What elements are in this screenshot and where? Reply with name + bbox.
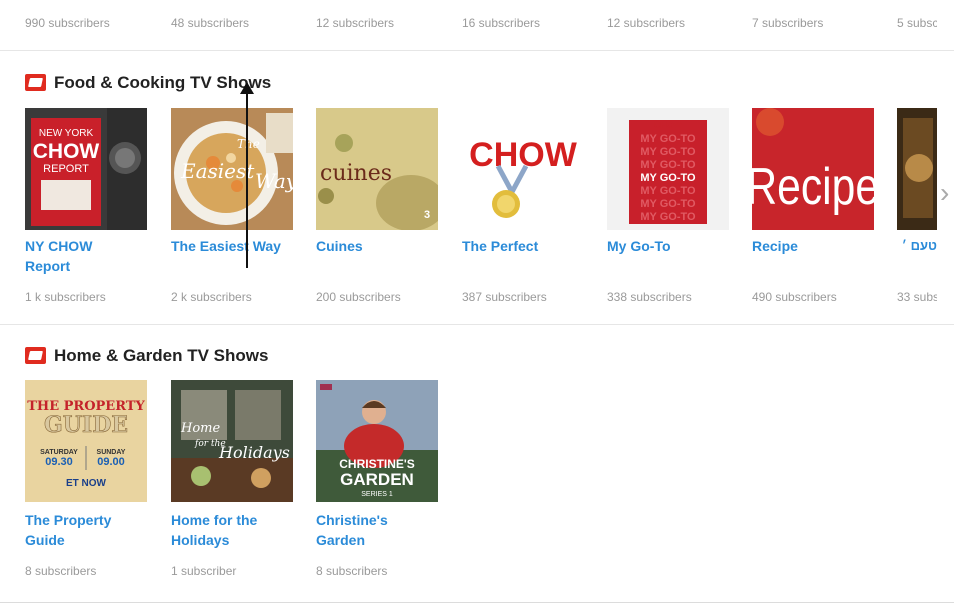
show-title-link[interactable]: The Property Guide	[25, 510, 135, 550]
show-thumbnail[interactable]	[897, 108, 937, 230]
art-text: MY GO-TO	[640, 185, 696, 197]
section-title[interactable]: Home & Garden TV Shows	[54, 346, 268, 366]
art-text: Way	[255, 169, 293, 193]
subscriber-count: 8 subscribers	[316, 564, 388, 578]
art-text: ET NOW	[66, 478, 107, 489]
art-text: CHRISTINE'S	[339, 457, 415, 471]
art-text: 09.30	[45, 456, 73, 468]
show-thumbnail[interactable]: The Easiest Way	[171, 108, 293, 230]
art-text: CHOW	[654, 120, 683, 130]
art-text: cuines	[320, 161, 392, 186]
art-text: MY GO-TO	[640, 159, 696, 171]
art-text: GUIDE	[44, 412, 128, 438]
subscriber-count: 200 subscribers	[316, 290, 401, 304]
art-text: MY GO-TO	[640, 133, 696, 145]
subscriber-count: 12 subscribers	[607, 16, 686, 30]
show-title-link[interactable]: The Perfect	[462, 236, 592, 256]
show-thumbnail[interactable]: CHOW	[462, 108, 584, 230]
show-title-link[interactable]: Cuines	[316, 236, 446, 256]
art-text: Easiest	[180, 159, 255, 183]
subscriber-count: 1 subscriber	[171, 564, 237, 578]
show-thumbnail[interactable]: cuines 3	[316, 108, 438, 230]
subscriber-count: 48 subscribers	[171, 16, 250, 30]
show-title-link[interactable]: טעם ׳	[897, 236, 937, 256]
show-thumbnail[interactable]: CHRISTINE'S GARDEN SERIES 1	[316, 380, 438, 502]
show-title-link[interactable]: Home for the Holidays	[171, 510, 281, 550]
subscriber-count: 12 subscribers	[316, 16, 395, 30]
tv-show-icon	[25, 74, 46, 91]
home-garden-section: Home & Garden TV Shows THE PROPERTY GUID…	[0, 325, 954, 603]
art-text: SATURDAY	[40, 449, 78, 456]
art-text: Recipe	[752, 158, 874, 216]
show-title-link[interactable]: NY CHOW Report	[25, 236, 125, 276]
art-text: The	[237, 137, 260, 151]
show-thumbnail[interactable]: Recipe	[752, 108, 874, 230]
art-text: Holidays	[218, 443, 290, 462]
subscriber-count: 8 subscribers	[25, 564, 97, 578]
food-cooking-section: Food & Cooking TV Shows NEW YORK CHOW RE…	[0, 51, 954, 325]
subscriber-count: 387 subscribers	[462, 290, 547, 304]
subscriber-count: 490 subscribers	[752, 290, 837, 304]
show-thumbnail[interactable]: CHOW MY GO-TO MY GO-TO MY GO-TO MY GO-TO…	[607, 108, 729, 230]
show-card[interactable]: טעם ׳ 33 subscribers	[897, 108, 937, 308]
show-thumbnail[interactable]: NEW YORK CHOW REPORT	[25, 108, 147, 230]
art-text: MY GO-TO	[640, 146, 696, 158]
art-text: 3	[424, 209, 430, 221]
art-text: SUNDAY	[97, 449, 126, 456]
section-title[interactable]: Food & Cooking TV Shows	[54, 73, 271, 93]
show-title-link[interactable]: The Easiest Way	[171, 236, 301, 256]
art-text: SERIES 1	[361, 491, 393, 498]
previous-section-row: 990 subscribers 48 subscribers 12 subscr…	[0, 0, 954, 51]
show-thumbnail[interactable]: THE PROPERTY GUIDE SATURDAY 09.30 SUNDAY…	[25, 380, 147, 502]
art-text: Home	[180, 421, 220, 436]
art-text: MY GO-TO	[640, 198, 696, 210]
subscriber-count: 7 subscribers	[752, 16, 824, 30]
art-text: MY GO-TO	[640, 172, 696, 184]
show-title-link[interactable]: My Go-To	[607, 236, 737, 256]
subscriber-count: 16 subscribers	[462, 16, 541, 30]
show-title-link[interactable]: Christine's Garden	[316, 510, 416, 550]
subscriber-count: 5 subscribers	[897, 16, 937, 30]
subscriber-count: 33 subscribers	[897, 290, 937, 304]
show-title-link[interactable]: Recipe	[752, 236, 882, 256]
subscriber-count: 338 subscribers	[607, 290, 692, 304]
art-text: CHOW	[33, 140, 100, 163]
art-text: NEW YORK	[39, 128, 94, 139]
subscriber-count: 990 subscribers	[25, 16, 110, 30]
arrow-annotation-line	[246, 92, 248, 268]
subscriber-count: 1 k subscribers	[25, 290, 106, 304]
art-text: 09.00	[97, 456, 125, 468]
next-arrow-icon[interactable]: ›	[940, 178, 954, 208]
art-text: GARDEN	[340, 470, 414, 489]
art-text: REPORT	[43, 163, 89, 175]
tv-show-icon	[25, 347, 46, 364]
show-thumbnail[interactable]: Home for the Holidays	[171, 380, 293, 502]
subscriber-count: 2 k subscribers	[171, 290, 252, 304]
art-text: MY GO-TO	[640, 211, 696, 223]
